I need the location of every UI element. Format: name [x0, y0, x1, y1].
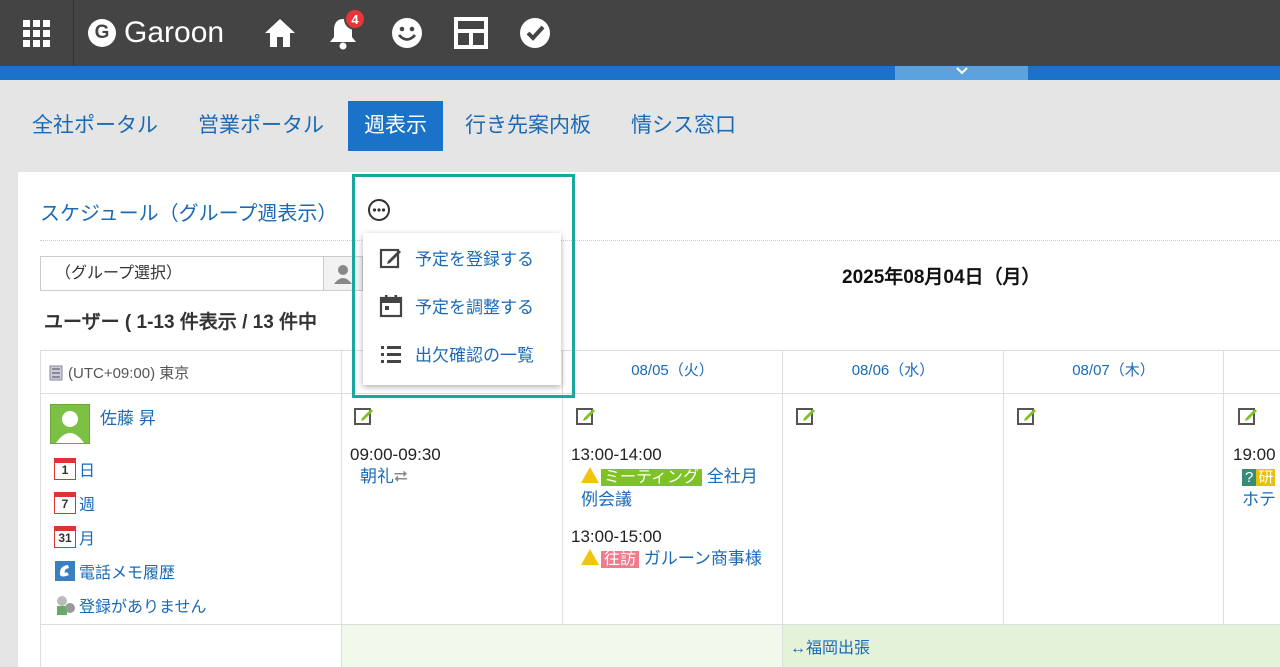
event-title: 全社月 — [706, 467, 758, 486]
options-menu: 予定を登録する 予定を調整する 出欠確認の一覧 — [363, 233, 561, 385]
check-chat-icon[interactable] — [516, 14, 554, 52]
event-title: ホテ — [1242, 490, 1276, 509]
chevron-down-icon — [955, 67, 968, 75]
event-time: 13:00-15:00 — [571, 527, 662, 546]
date-title: 2025年08月04日（月） — [842, 267, 1041, 288]
layout-icon[interactable] — [452, 14, 490, 52]
notification-badge: 4 — [344, 8, 366, 30]
tab-weekly-view[interactable]: 週表示 — [348, 101, 443, 151]
tab-whereabouts-board[interactable]: 行き先案内板 — [449, 101, 607, 151]
user-count: ユーザー ( 1-13 件表示 / 13 件中 — [44, 312, 318, 333]
calendar-week-icon: 7 — [54, 492, 76, 514]
menu-item-adjust[interactable]: 予定を調整する — [379, 293, 534, 318]
link-status[interactable]: 登録がありません — [54, 593, 207, 617]
allday-cell[interactable] — [341, 624, 782, 667]
calendar-month-icon: 31 — [54, 526, 76, 548]
link-month-label: 月 — [79, 531, 96, 548]
user-name[interactable]: 佐藤 昇 — [100, 404, 156, 429]
link-week[interactable]: 7週 — [54, 491, 95, 515]
garoon-logo[interactable]: G Garoon — [88, 16, 224, 50]
tab-it-helpdesk[interactable]: 情シス窓口 — [615, 101, 752, 151]
repeat-icon: ⮂ — [394, 467, 408, 486]
day-cell-mon[interactable] — [341, 393, 562, 624]
add-event-icon[interactable] — [1017, 406, 1037, 426]
tab-company-portal[interactable]: 全社ポータル — [16, 101, 174, 151]
event-tag: ミーティング — [601, 469, 703, 486]
link-day[interactable]: 1日 — [54, 457, 95, 481]
event-morning-meeting[interactable]: 朝礼⮂ — [360, 466, 408, 488]
add-event-icon[interactable] — [576, 406, 596, 426]
event-title: 朝礼 — [360, 467, 394, 486]
add-event-icon[interactable] — [796, 406, 816, 426]
event-friday[interactable]: ? 研 ホテ — [1242, 466, 1280, 511]
event-time: 09:00-09:30 — [350, 445, 441, 464]
day-header-tue[interactable]: 08/05（火） — [562, 350, 782, 393]
header-strip — [0, 66, 1280, 80]
day-header-wed[interactable]: 08/06（水） — [782, 350, 1003, 393]
event-time: 19:00 — [1233, 445, 1276, 464]
event-business-trip[interactable]: ↔福岡出張 — [790, 634, 870, 658]
app-menu-button[interactable] — [0, 0, 74, 66]
event-client-visit[interactable]: 往訪 ガルーン商事様 — [581, 548, 776, 571]
link-month[interactable]: 31 月 — [54, 525, 95, 549]
link-status-label: 登録がありません — [79, 599, 207, 616]
person-icon — [56, 411, 84, 443]
event-title-cont: 例会議 — [581, 490, 632, 509]
home-icon[interactable] — [261, 14, 299, 52]
top-bar: G Garoon 4 — [0, 0, 1280, 66]
building-icon — [49, 365, 63, 380]
add-event-icon[interactable] — [354, 406, 374, 426]
menu-item-label: 予定を調整する — [415, 298, 534, 317]
link-phone-memo-label: 電話メモ履歴 — [79, 565, 176, 582]
arrow-icon: ↔ — [790, 640, 806, 657]
calendar-icon — [379, 294, 403, 317]
smiley-icon[interactable] — [388, 14, 426, 52]
grid-icon — [23, 19, 50, 47]
calendar-day-icon: 1 — [54, 458, 76, 480]
day-header-thu[interactable]: 08/07（木） — [1003, 350, 1223, 393]
event-tag: 往訪 — [601, 551, 640, 568]
day-cell-wed[interactable] — [782, 393, 1003, 624]
link-phone-memo[interactable]: 電話メモ履歴 — [54, 559, 175, 583]
status-icon — [57, 596, 75, 615]
timezone-label: (UTC+09:00) 東京 — [48, 362, 189, 383]
event-monthly-meeting[interactable]: ミーティング 全社月 例会議 — [581, 466, 776, 511]
tab-sales-portal[interactable]: 営業ポータル — [182, 101, 340, 151]
brand-name: Garoon — [124, 16, 225, 49]
user-icon — [334, 264, 352, 284]
warning-icon — [581, 467, 599, 483]
edit-icon — [379, 248, 401, 268]
phone-icon — [55, 561, 75, 581]
schedule-title[interactable]: スケジュール（グループ週表示） — [40, 197, 337, 226]
allday-label-cell — [40, 624, 341, 667]
add-event-icon[interactable] — [1238, 406, 1258, 426]
event-time: 13:00-14:00 — [571, 445, 662, 464]
link-week-label: 週 — [79, 497, 96, 514]
link-day-label: 日 — [79, 463, 96, 480]
notification-button[interactable]: 4 — [324, 8, 366, 52]
menu-item-attendance[interactable]: 出欠確認の一覧 — [379, 341, 534, 366]
day-header-fri — [1223, 350, 1280, 393]
avatar[interactable] — [50, 404, 90, 444]
event-title: ガルーン商事様 — [643, 549, 762, 568]
list-icon — [381, 345, 401, 363]
timezone-text: (UTC+09:00) 東京 — [68, 365, 190, 382]
title-divider — [40, 240, 1280, 241]
trip-label: 福岡出張 — [806, 640, 871, 657]
day-cell-thu[interactable] — [1003, 393, 1223, 624]
group-select[interactable]: （グループ選択） — [40, 256, 324, 291]
menu-item-label: 予定を登録する — [415, 250, 534, 269]
logo-icon: G — [88, 19, 116, 47]
header-expand-toggle[interactable] — [895, 66, 1028, 80]
menu-item-register[interactable]: 予定を登録する — [379, 245, 534, 270]
tentative-tag: ? — [1242, 469, 1257, 486]
menu-item-label: 出欠確認の一覧 — [415, 346, 534, 365]
warning-icon — [581, 549, 599, 565]
event-tag: 研 — [1256, 469, 1276, 486]
